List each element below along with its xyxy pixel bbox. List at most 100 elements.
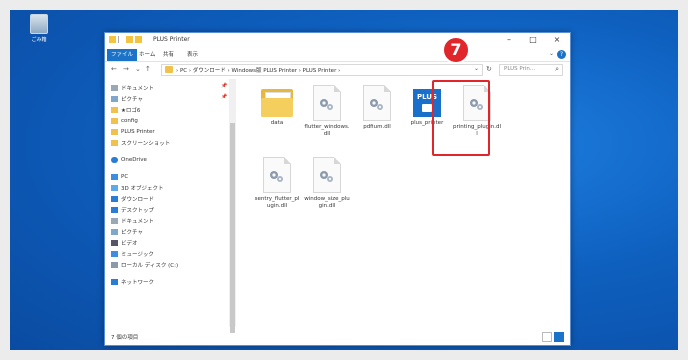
file-item-flutter-windows[interactable]: flutter_windows.dll	[303, 85, 351, 137]
highlight-box	[432, 80, 490, 156]
scrollbar-thumb[interactable]	[230, 123, 235, 333]
folder-icon	[165, 66, 173, 73]
nav-item-documents[interactable]: ドキュメント	[111, 216, 154, 225]
nav-item-pictures-pinned[interactable]: ピクチャ	[111, 94, 143, 103]
nav-scrollbar[interactable]	[229, 79, 236, 333]
file-name: flutter_windows.dll	[304, 124, 350, 137]
music-icon	[111, 250, 118, 257]
folder-icon	[261, 89, 293, 117]
properties-icon[interactable]	[126, 36, 133, 43]
nav-item-label: スクリーンショット	[121, 140, 171, 147]
pictures-icon	[111, 95, 118, 102]
network-icon	[111, 278, 118, 285]
forward-button[interactable]: →	[123, 65, 129, 73]
tab-home[interactable]: ホーム	[135, 49, 159, 61]
tab-share[interactable]: 共有	[159, 49, 178, 61]
tab-view[interactable]: 表示	[183, 49, 202, 61]
address-dropdown-icon[interactable]: ⌄	[474, 65, 479, 72]
file-item-sentry-flutter-plugin[interactable]: sentry_flutter_plugin.dll	[253, 157, 301, 209]
pc-icon	[111, 173, 118, 180]
nav-item-label: ビデオ	[121, 240, 138, 247]
new-folder-icon[interactable]	[135, 36, 142, 43]
up-button[interactable]: ↑	[145, 65, 151, 73]
nav-item-label: ドキュメント	[121, 218, 155, 225]
folder-icon	[111, 139, 118, 146]
nav-item-folder[interactable]: ★ロゴ6	[111, 105, 140, 114]
desktop: ごみ箱 PLUS Printer – □ × ファイル ホーム 共有 表示 ⌄ …	[0, 0, 688, 360]
file-name: window_size_plugin.dll	[304, 196, 350, 209]
nav-item-label: ローカル ディスク (C:)	[121, 262, 179, 269]
refresh-button[interactable]: ↻	[486, 65, 492, 73]
nav-item-onedrive[interactable]: OneDrive	[111, 155, 147, 164]
document-icon	[111, 84, 118, 91]
nav-item-local-disk[interactable]: ローカル ディスク (C:)	[111, 260, 178, 269]
quick-access-toolbar	[109, 36, 142, 43]
large-icons-view-icon[interactable]	[554, 332, 564, 342]
nav-item-label: ダウンロード	[121, 196, 155, 203]
nav-item-label: ピクチャ	[121, 96, 143, 103]
nav-item-screenshots[interactable]: スクリーンショット	[111, 138, 170, 147]
nav-item-documents-pinned[interactable]: ドキュメント	[111, 83, 154, 92]
pin-icon: 📌	[221, 83, 228, 89]
nav-item-label: デスクトップ	[121, 207, 155, 214]
nav-item-label: 3D オブジェクト	[121, 185, 164, 192]
explorer-window: PLUS Printer – □ × ファイル ホーム 共有 表示 ⌄ ? ← …	[104, 32, 571, 346]
file-item-window-size-plugin[interactable]: window_size_plugin.dll	[303, 157, 351, 209]
dll-file-icon	[313, 157, 341, 193]
nav-item-music[interactable]: ミュージック	[111, 249, 154, 258]
file-name: pdfium.dll	[363, 124, 391, 130]
nav-item-3d-objects[interactable]: 3D オブジェクト	[111, 183, 163, 192]
frame-bottom	[0, 350, 688, 360]
address-bar[interactable]: › PC › ダウンロード › Windows版 PLUS Printer › …	[161, 64, 483, 76]
nav-item-label: OneDrive	[121, 156, 147, 163]
nav-item-config[interactable]: config	[111, 116, 138, 125]
frame-left	[0, 0, 10, 360]
nav-item-plus-printer[interactable]: PLUS Printer	[111, 127, 155, 136]
pin-icon: 📌	[221, 94, 228, 100]
nav-item-pc[interactable]: PC	[111, 172, 128, 181]
nav-item-pictures[interactable]: ピクチャ	[111, 227, 143, 236]
recycle-bin-label: ごみ箱	[31, 37, 47, 43]
step-badge: 7	[442, 36, 470, 64]
folder-icon	[111, 128, 118, 135]
ribbon-expand-icon[interactable]: ⌄	[549, 50, 554, 57]
folder-icon	[109, 36, 116, 43]
dll-file-icon	[263, 157, 291, 193]
nav-item-label: ★ロゴ6	[121, 107, 141, 114]
file-item-data[interactable]: data	[253, 85, 301, 127]
recent-locations-button[interactable]: ⌄	[135, 65, 141, 73]
back-button[interactable]: ←	[111, 65, 117, 73]
search-input[interactable]: PLUS Prin... ⌕	[499, 64, 563, 76]
video-icon	[111, 239, 118, 246]
view-buttons	[542, 332, 564, 342]
nav-item-desktop[interactable]: デスクトップ	[111, 205, 154, 214]
recycle-bin-icon	[30, 14, 48, 34]
window-title: PLUS Printer	[153, 36, 190, 43]
details-view-icon[interactable]	[542, 332, 552, 342]
ribbon-tabs: ファイル ホーム 共有 表示 ⌄ ?	[105, 49, 570, 62]
close-button[interactable]: ×	[545, 33, 569, 47]
maximize-button[interactable]: □	[521, 33, 545, 47]
tab-file[interactable]: ファイル	[107, 49, 138, 61]
search-placeholder: PLUS Prin...	[504, 66, 536, 72]
nav-item-network[interactable]: ネットワーク	[111, 277, 154, 286]
download-icon	[111, 195, 118, 202]
minimize-button[interactable]: –	[497, 33, 521, 47]
recycle-bin[interactable]: ごみ箱	[26, 14, 52, 43]
status-bar: 7 個の項目	[105, 329, 570, 343]
nav-item-videos[interactable]: ビデオ	[111, 238, 138, 247]
folder-icon	[111, 117, 118, 124]
nav-item-label: ネットワーク	[121, 279, 155, 286]
nav-item-label: config	[121, 117, 138, 124]
file-item-pdfium[interactable]: pdfium.dll	[353, 85, 401, 131]
item-count: 7 個の項目	[111, 335, 139, 341]
breadcrumb[interactable]: › PC › ダウンロード › Windows版 PLUS Printer › …	[176, 66, 340, 74]
file-name: data	[270, 120, 284, 126]
title-bar: PLUS Printer – □ ×	[105, 33, 570, 47]
nav-item-label: ミュージック	[121, 251, 154, 258]
nav-item-downloads[interactable]: ダウンロード	[111, 194, 154, 203]
document-icon	[111, 217, 118, 224]
divider	[118, 36, 124, 43]
frame-top	[0, 0, 688, 10]
help-icon[interactable]: ?	[557, 50, 566, 59]
